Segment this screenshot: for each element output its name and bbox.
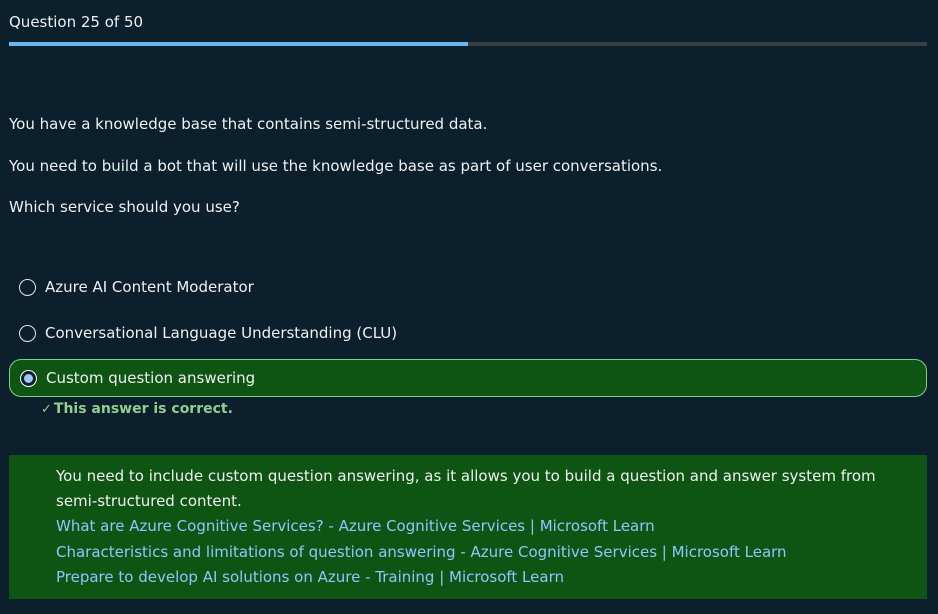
question-prompt: Which service should you use? [9, 198, 240, 216]
answer-option-label: Conversational Language Understanding (C… [45, 324, 398, 342]
answer-option-content-moderator[interactable]: Azure AI Content Moderator [9, 268, 927, 306]
progress-bar-fill [9, 42, 468, 46]
explanation-text: You need to include custom question answ… [56, 467, 876, 510]
reference-link-question-answering-limitations[interactable]: Characteristics and limitations of quest… [56, 540, 887, 566]
answer-option-label: Azure AI Content Moderator [45, 278, 254, 296]
answer-option-label: Custom question answering [46, 369, 256, 387]
check-icon: ✓ [41, 401, 52, 417]
progress-label: Question 25 of 50 [9, 13, 144, 31]
radio-selected-icon[interactable] [20, 369, 37, 387]
feedback-text: This answer is correct. [53, 401, 233, 417]
radio-unselected-icon[interactable] [19, 278, 36, 296]
answer-option-clu[interactable]: Conversational Language Understanding (C… [9, 314, 927, 352]
radio-unselected-icon[interactable] [19, 324, 36, 342]
explanation-panel: You need to include custom question answ… [9, 455, 927, 599]
correct-feedback: ✓ This answer is correct. [41, 401, 233, 417]
question-line: You have a knowledge base that contains … [9, 115, 488, 133]
progress-bar [9, 42, 927, 46]
reference-link-azure-cognitive-services[interactable]: What are Azure Cognitive Services? - Azu… [56, 514, 887, 540]
answer-option-custom-question-answering[interactable]: Custom question answering [9, 359, 927, 397]
question-line: You need to build a bot that will use th… [9, 157, 663, 175]
reference-link-ai-solutions-training[interactable]: Prepare to develop AI solutions on Azure… [56, 565, 887, 591]
